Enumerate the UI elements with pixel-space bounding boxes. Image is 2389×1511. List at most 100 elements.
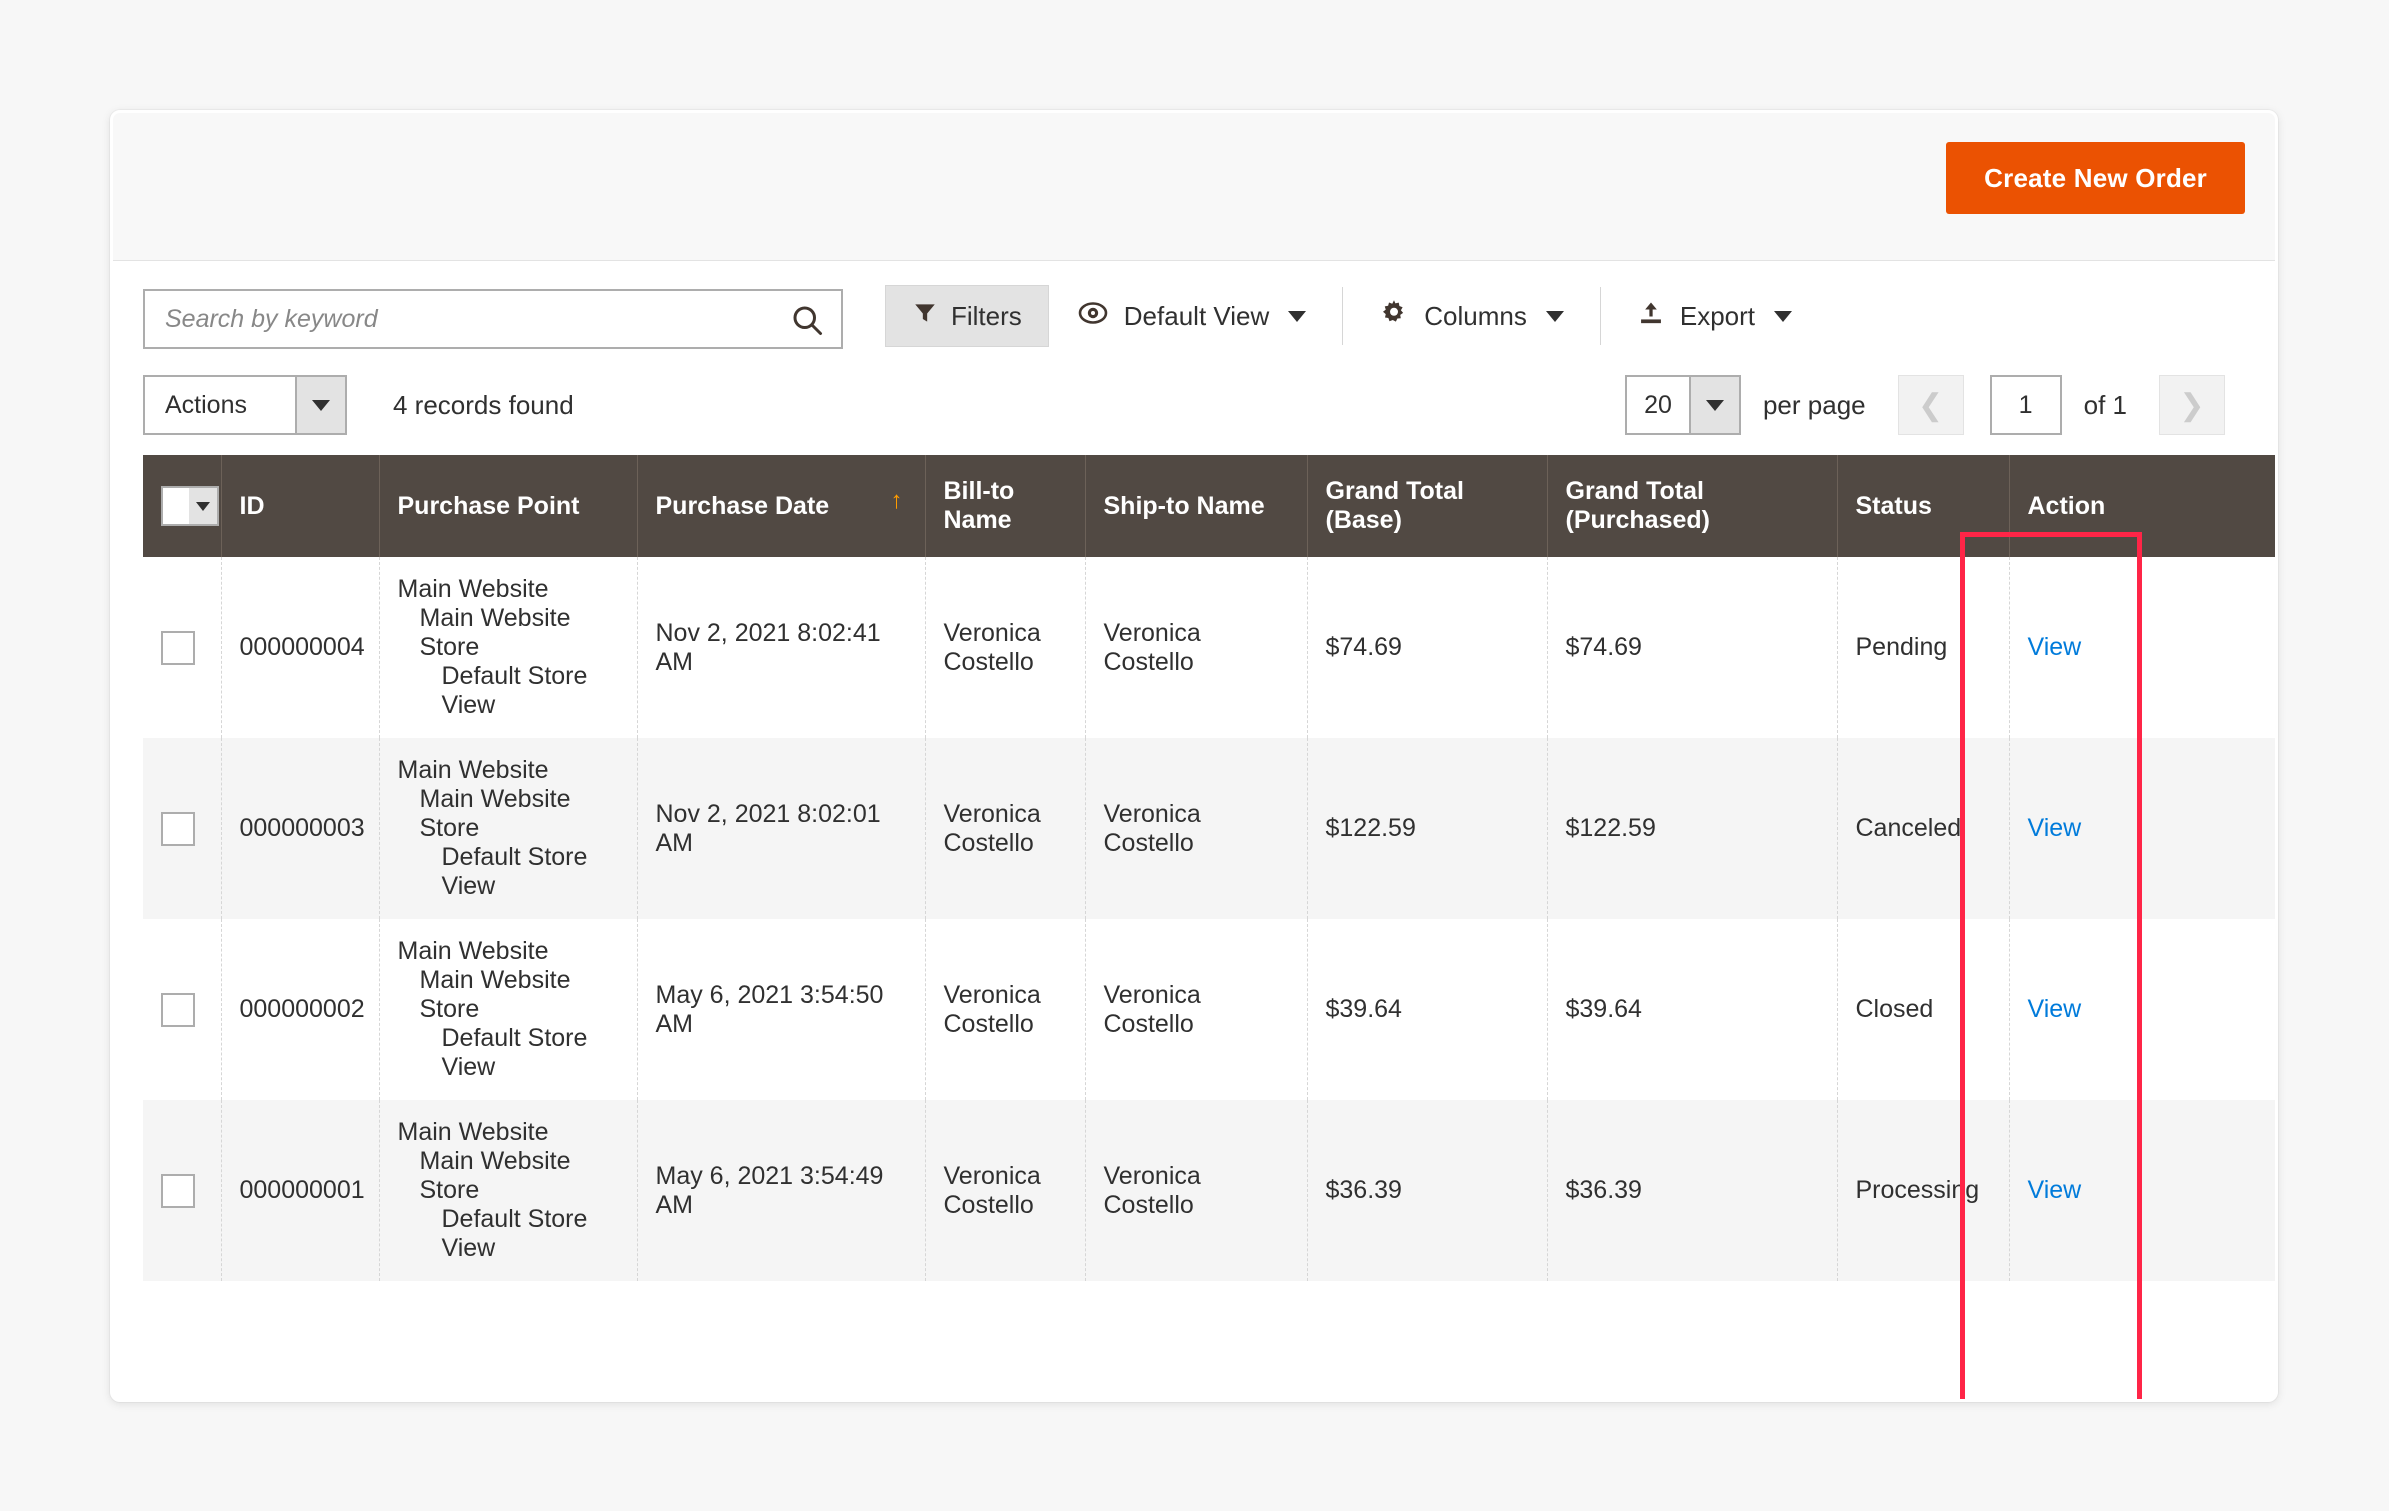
column-header-purchase-date-label: Purchase Date xyxy=(655,491,830,520)
cell-bill-to-name: Veronica Costello xyxy=(925,557,1086,738)
per-page-label: per page xyxy=(1762,389,1866,420)
cell-purchase-date: Nov 2, 2021 8:02:01 AM xyxy=(637,738,926,919)
row-checkbox[interactable] xyxy=(161,630,195,665)
search-icon[interactable] xyxy=(789,302,825,338)
row-select-cell[interactable] xyxy=(143,1100,222,1281)
row-checkbox[interactable] xyxy=(161,1173,195,1208)
row-select-cell[interactable] xyxy=(143,557,222,738)
cell-status: Processing xyxy=(1837,1100,2010,1281)
export-button[interactable]: Export xyxy=(1609,285,1820,347)
view-order-link[interactable]: View xyxy=(2028,814,2082,842)
columns-button[interactable]: Columns xyxy=(1351,285,1592,347)
grid-body: Filters Default View xyxy=(113,261,2275,1281)
cell-bill-to-name: Veronica Costello xyxy=(925,738,1086,919)
grid-toolbar: Filters Default View xyxy=(143,261,2245,363)
search-input[interactable] xyxy=(145,291,765,347)
view-order-link[interactable]: View xyxy=(2028,995,2082,1023)
actions-dropdown[interactable]: Actions xyxy=(143,375,347,435)
previous-page-button[interactable]: ❮ xyxy=(1897,375,1964,435)
cell-grand-total-purchased: $122.59 xyxy=(1547,738,1838,919)
row-select-cell[interactable] xyxy=(143,738,222,919)
per-page-value: 20 xyxy=(1644,391,1672,419)
purchase-point-website: Main Website xyxy=(397,1118,549,1146)
chevron-left-icon: ❮ xyxy=(1918,388,1944,422)
table-row[interactable]: 000000001 Main Website Main Website Stor… xyxy=(143,1100,2275,1281)
column-header-grand-total-purchased[interactable]: Grand Total (Purchased) xyxy=(1547,455,1838,557)
cell-ship-to-name: Veronica Costello xyxy=(1085,1100,1308,1281)
filters-label: Filters xyxy=(951,300,1022,331)
cell-purchase-point: Main Website Main Website Store Default … xyxy=(379,1100,638,1281)
purchase-point-store: Main Website Store xyxy=(419,966,571,1023)
orders-table-wrapper: ID Purchase Point Purchase Date ↑ Bill-t… xyxy=(143,455,2275,1281)
column-header-id[interactable]: ID xyxy=(221,455,380,557)
purchase-point-store-view: Default Store View xyxy=(441,1205,588,1262)
table-row[interactable]: 000000003 Main Website Main Website Stor… xyxy=(143,738,2275,919)
cell-grand-total-purchased: $36.39 xyxy=(1547,1100,1838,1281)
purchase-point-store-view: Default Store View xyxy=(441,1024,588,1081)
column-header-bill-to-name[interactable]: Bill-to Name xyxy=(925,455,1086,557)
cell-grand-total-purchased: $39.64 xyxy=(1547,919,1838,1100)
table-row[interactable]: 000000004 Main Website Main Website Stor… xyxy=(143,557,2275,738)
table-row[interactable]: 000000002 Main Website Main Website Stor… xyxy=(143,919,2275,1100)
orders-grid-panel: Create New Order Search by keyword Filte… xyxy=(110,110,2278,1402)
chevron-down-icon xyxy=(1774,310,1793,322)
records-found-label: 4 records found xyxy=(393,390,574,420)
cell-purchase-date: May 6, 2021 3:54:49 AM xyxy=(637,1100,926,1281)
gear-icon xyxy=(1379,298,1409,335)
chevron-right-icon: ❯ xyxy=(2179,388,2205,422)
cell-id: 000000003 xyxy=(221,738,380,919)
cell-purchase-date: Nov 2, 2021 8:02:41 AM xyxy=(637,557,926,738)
cell-status: Canceled xyxy=(1837,738,2010,919)
view-order-link[interactable]: View xyxy=(2028,633,2082,661)
cell-grand-total-base: $36.39 xyxy=(1307,1100,1548,1281)
purchase-point-store: Main Website Store xyxy=(419,785,571,842)
cell-action: View xyxy=(2009,738,2275,919)
cell-id: 000000004 xyxy=(221,557,380,738)
select-all-checkbox[interactable] xyxy=(163,488,189,524)
cell-status: Pending xyxy=(1837,557,2010,738)
row-select-cell[interactable] xyxy=(143,919,222,1100)
purchase-point-website: Main Website xyxy=(397,756,549,784)
eye-icon xyxy=(1077,300,1109,333)
chevron-down-icon[interactable] xyxy=(1688,377,1739,433)
search-box[interactable] xyxy=(143,289,843,349)
column-header-purchase-point[interactable]: Purchase Point xyxy=(379,455,638,557)
column-header-purchase-date[interactable]: Purchase Date ↑ xyxy=(637,455,926,557)
cell-purchase-point: Main Website Main Website Store Default … xyxy=(379,557,638,738)
export-label: Export xyxy=(1679,300,1756,331)
page-header: Create New Order xyxy=(113,113,2275,261)
cell-action: View xyxy=(2009,1100,2275,1281)
chevron-down-icon[interactable] xyxy=(189,488,217,524)
cell-purchase-point: Main Website Main Website Store Default … xyxy=(379,919,638,1100)
default-view-button[interactable]: Default View xyxy=(1049,285,1335,347)
funnel-icon xyxy=(912,300,938,333)
cell-purchase-point: Main Website Main Website Store Default … xyxy=(379,738,638,919)
chevron-down-icon[interactable] xyxy=(295,377,345,433)
create-new-order-button[interactable]: Create New Order xyxy=(1946,142,2245,214)
per-page-dropdown[interactable]: 20 xyxy=(1624,375,1741,435)
next-page-button[interactable]: ❯ xyxy=(2159,375,2225,435)
cell-action: View xyxy=(2009,919,2275,1100)
select-all-dropdown[interactable] xyxy=(161,486,219,526)
purchase-point-store-view: Default Store View xyxy=(441,843,588,900)
chevron-down-icon xyxy=(1545,310,1564,322)
select-all-header[interactable] xyxy=(143,455,222,557)
purchase-point-store: Main Website Store xyxy=(419,1147,571,1204)
cell-grand-total-base: $122.59 xyxy=(1307,738,1548,919)
cell-grand-total-purchased: $74.69 xyxy=(1547,557,1838,738)
cell-ship-to-name: Veronica Costello xyxy=(1085,738,1308,919)
cell-purchase-date: May 6, 2021 3:54:50 AM xyxy=(637,919,926,1100)
cell-status: Closed xyxy=(1837,919,2010,1100)
column-header-ship-to-name[interactable]: Ship-to Name xyxy=(1085,455,1308,557)
filters-button[interactable]: Filters xyxy=(885,285,1049,347)
column-header-grand-total-base[interactable]: Grand Total (Base) xyxy=(1307,455,1548,557)
total-pages-label: of 1 xyxy=(2083,389,2127,420)
cell-grand-total-base: $39.64 xyxy=(1307,919,1548,1100)
cell-action: View xyxy=(2009,557,2275,738)
column-header-status[interactable]: Status xyxy=(1837,455,2010,557)
row-checkbox[interactable] xyxy=(161,992,195,1027)
page-number-input[interactable] xyxy=(1989,375,2062,435)
view-order-link[interactable]: View xyxy=(2028,1176,2082,1204)
toolbar-divider xyxy=(1599,287,1601,345)
row-checkbox[interactable] xyxy=(161,811,195,846)
